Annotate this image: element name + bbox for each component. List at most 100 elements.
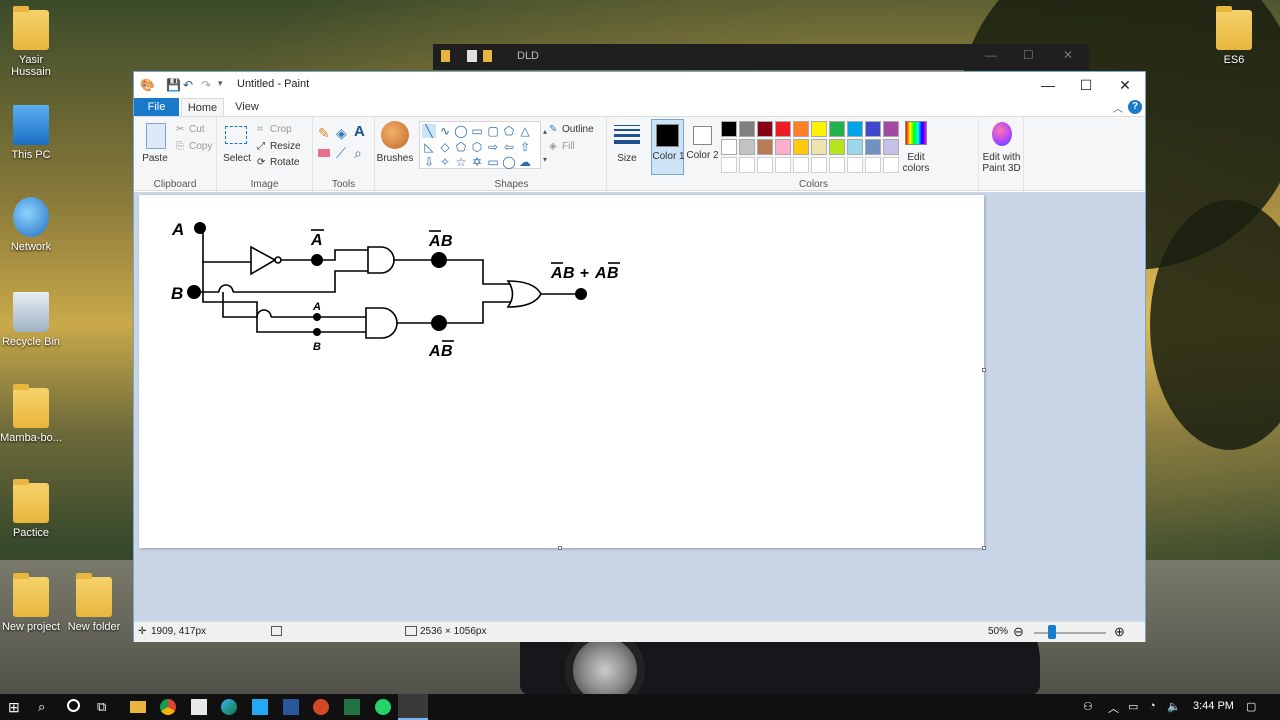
task-view-icon[interactable]: ⧉ xyxy=(97,699,113,715)
whatsapp-icon[interactable] xyxy=(375,699,391,715)
battery-icon[interactable]: ▭ xyxy=(1128,700,1138,713)
desktop-icon-es6[interactable]: ES6 xyxy=(1201,6,1267,66)
excel-icon[interactable] xyxy=(344,699,360,715)
five-point-star-shape-icon[interactable]: ☆ xyxy=(454,155,468,169)
desktop-icon-recycle-bin[interactable]: Recycle Bin xyxy=(0,292,64,348)
custom-color-slot[interactable] xyxy=(721,157,737,173)
resize-handle-bottom[interactable] xyxy=(558,546,562,550)
outline-button[interactable]: Outline xyxy=(562,124,594,135)
palette-color-swatch[interactable] xyxy=(757,139,773,155)
custom-color-slot[interactable] xyxy=(757,157,773,173)
show-hidden-icons-icon[interactable]: ︿ xyxy=(1108,700,1119,716)
palette-color-swatch[interactable] xyxy=(793,139,809,155)
scroll-up-icon[interactable]: ▴ xyxy=(543,127,547,136)
callout-shape-icon[interactable]: ▭ xyxy=(486,155,500,169)
pentagon-shape-icon[interactable]: ⬠ xyxy=(454,140,468,154)
paste-button[interactable]: Paste xyxy=(140,153,170,164)
zoom-slider-thumb[interactable] xyxy=(1048,625,1056,639)
palette-color-swatch[interactable] xyxy=(865,121,881,137)
palette-color-swatch[interactable] xyxy=(775,121,791,137)
custom-color-slot[interactable] xyxy=(811,157,827,173)
right-arrow-shape-icon[interactable]: ⇨ xyxy=(486,140,500,154)
close-button[interactable]: ✕ xyxy=(1106,72,1144,98)
oval-shape-icon[interactable]: ◯ xyxy=(454,124,468,138)
paint-taskbar-button[interactable] xyxy=(398,694,428,720)
palette-color-swatch[interactable] xyxy=(811,139,827,155)
four-point-star-shape-icon[interactable]: ✧ xyxy=(438,155,452,169)
resize-handle-right[interactable] xyxy=(982,368,986,372)
close-icon[interactable]: ✕ xyxy=(1063,48,1073,62)
diamond-shape-icon[interactable]: ◇ xyxy=(438,140,452,154)
desktop-icon-yasir[interactable]: Yasir Hussain xyxy=(0,6,64,78)
zoom-in-icon[interactable]: ⊕ xyxy=(1114,624,1125,640)
palette-color-swatch[interactable] xyxy=(847,139,863,155)
zoom-out-icon[interactable]: ⊖ xyxy=(1013,624,1024,640)
color2-button[interactable]: Color 2 xyxy=(686,119,719,175)
polygon-shape-icon[interactable]: ⬠ xyxy=(502,124,516,138)
palette-color-swatch[interactable] xyxy=(721,139,737,155)
custom-color-slot[interactable] xyxy=(847,157,863,173)
cloud-callout-shape-icon[interactable]: ☁ xyxy=(518,155,532,169)
right-triangle-shape-icon[interactable]: ◺ xyxy=(422,140,436,154)
desktop-icon-mamba[interactable]: Mamba-bo... xyxy=(0,384,64,444)
shapes-gallery[interactable]: ╲ ∿ ◯ ▭ ▢ ⬠ △ ◺ ◇ ⬠ ⬡ ⇨ ⇦ ⇧ ⇩ ✧ ☆ ✡ ▭ ◯ xyxy=(419,121,541,169)
crop-button[interactable]: Crop xyxy=(270,124,292,135)
pencil-icon[interactable]: ✎ xyxy=(318,125,330,142)
palette-color-swatch[interactable] xyxy=(793,121,809,137)
minimize-button[interactable]: — xyxy=(1029,72,1067,98)
color1-button[interactable]: Color 1 xyxy=(651,119,685,175)
edit-with-paint3d-button[interactable]: Edit with Paint 3D xyxy=(979,152,1024,174)
customize-toolbar-icon[interactable]: ▾ xyxy=(218,78,223,89)
redo-icon[interactable]: ↷ xyxy=(201,78,211,92)
people-icon[interactable]: ⚇ xyxy=(1083,700,1093,713)
powerpoint-icon[interactable] xyxy=(313,699,329,715)
gallery-expand-icon[interactable]: ▾ xyxy=(543,155,547,164)
palette-color-swatch[interactable] xyxy=(775,139,791,155)
down-arrow-shape-icon[interactable]: ⇩ xyxy=(422,155,436,169)
properties-icon[interactable] xyxy=(467,50,477,62)
rotate-button[interactable]: Rotate xyxy=(270,157,299,168)
desktop-icon-pactice[interactable]: Pactice xyxy=(0,479,64,539)
hexagon-shape-icon[interactable]: ⬡ xyxy=(470,140,484,154)
fill-bucket-icon[interactable]: ◈ xyxy=(336,125,347,142)
desktop-icon-new-project[interactable]: New project xyxy=(0,573,64,633)
maximize-icon[interactable]: ☐ xyxy=(1023,48,1034,62)
minimize-icon[interactable]: — xyxy=(985,48,997,62)
size-button[interactable]: Size xyxy=(607,153,647,164)
six-point-star-shape-icon[interactable]: ✡ xyxy=(470,155,484,169)
palette-color-swatch[interactable] xyxy=(721,121,737,137)
left-arrow-shape-icon[interactable]: ⇦ xyxy=(502,140,516,154)
edit-colors-button[interactable]: Edit colors xyxy=(897,152,935,174)
new-folder-icon[interactable] xyxy=(483,50,492,62)
desktop-icon-network[interactable]: Network xyxy=(0,197,64,253)
chrome-icon[interactable] xyxy=(160,699,176,715)
dld-explorer-window[interactable]: DLD — ☐ ✕ xyxy=(433,44,1089,70)
palette-color-swatch[interactable] xyxy=(883,121,899,137)
palette-color-swatch[interactable] xyxy=(829,139,845,155)
palette-color-swatch[interactable] xyxy=(865,139,881,155)
select-button[interactable]: Select xyxy=(222,153,252,164)
title-bar[interactable]: 🎨 💾 ↶ ↷ ▾ Untitled - Paint — ☐ ✕ xyxy=(134,72,1145,98)
drawing-canvas[interactable]: A B A A B A B A B A B + A B xyxy=(139,195,984,548)
text-tool-icon[interactable]: A xyxy=(354,123,365,140)
rectangle-shape-icon[interactable]: ▭ xyxy=(470,124,484,138)
magnifier-icon[interactable]: ⌕ xyxy=(354,145,362,162)
edge-icon[interactable] xyxy=(221,699,237,715)
tab-file[interactable]: File xyxy=(134,98,179,116)
file-explorer-icon[interactable] xyxy=(130,701,146,713)
up-arrow-shape-icon[interactable]: ⇧ xyxy=(518,140,532,154)
vscode-icon[interactable] xyxy=(252,699,268,715)
rounded-rectangle-shape-icon[interactable]: ▢ xyxy=(486,124,500,138)
cortana-icon[interactable] xyxy=(67,699,80,712)
custom-color-slot[interactable] xyxy=(775,157,791,173)
wifi-icon[interactable]: ◔ xyxy=(1149,700,1156,712)
start-windows-icon[interactable]: ⊞ xyxy=(8,699,24,715)
custom-color-slot[interactable] xyxy=(793,157,809,173)
volume-icon[interactable]: 🔈 xyxy=(1167,700,1181,713)
line-shape-icon[interactable]: ╲ xyxy=(422,124,436,138)
color-picker-icon[interactable]: ⟋ xyxy=(336,145,346,162)
search-icon[interactable]: ⌕ xyxy=(38,699,54,715)
custom-color-slot[interactable] xyxy=(865,157,881,173)
palette-color-swatch[interactable] xyxy=(811,121,827,137)
paint-window[interactable]: 🎨 💾 ↶ ↷ ▾ Untitled - Paint — ☐ ✕ File Ho… xyxy=(133,71,1146,642)
